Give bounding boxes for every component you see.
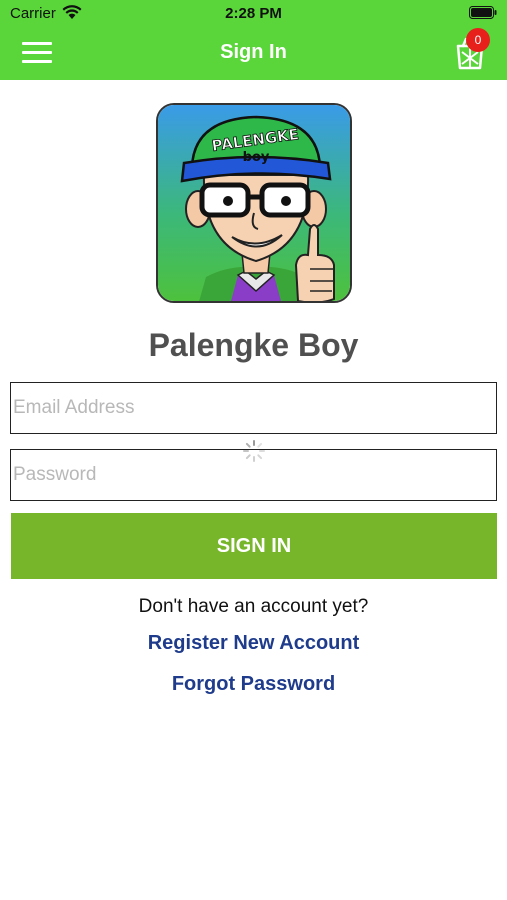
forgot-password-link[interactable]: Forgot Password xyxy=(0,673,507,696)
nav-bar: Sign In 0 xyxy=(0,28,507,80)
sign-in-button[interactable]: SIGN IN xyxy=(11,513,497,579)
status-time: 2:28 PM xyxy=(225,5,282,22)
app-logo: PALENGKE boy xyxy=(156,103,352,303)
app-name: Palengke Boy xyxy=(148,327,359,363)
register-link[interactable]: Register New Account xyxy=(0,632,507,655)
status-bar: Carrier 2:28 PM xyxy=(0,0,507,28)
cart-count-badge: 0 xyxy=(466,28,490,52)
battery-icon xyxy=(469,6,497,19)
loading-spinner-icon xyxy=(243,440,265,462)
logo-cap-subtext: boy xyxy=(243,150,270,165)
page-title: Sign In xyxy=(220,41,287,63)
no-account-text: Don't have an account yet? xyxy=(138,596,369,617)
email-input[interactable] xyxy=(13,383,493,432)
email-field[interactable] xyxy=(10,382,497,434)
